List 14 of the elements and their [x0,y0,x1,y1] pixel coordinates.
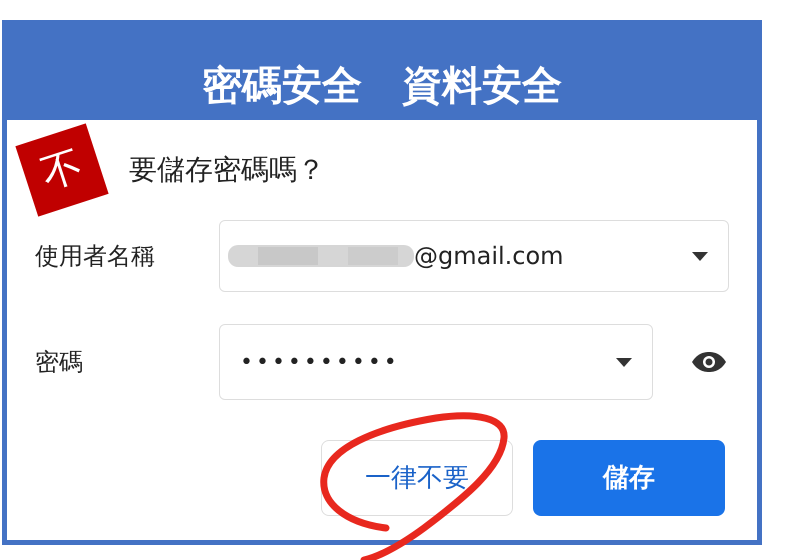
field-label: 密碼 [35,347,84,378]
field-label: 使用者名稱 [35,241,156,272]
username-field[interactable]: @gmail.com [219,220,729,292]
never-button[interactable]: 一律不要 [321,440,513,516]
banner-title: 密碼安全 資料安全 [202,62,562,111]
dialog-title: 要儲存密碼嗎？ [129,152,325,188]
username-value: @gmail.com [414,241,565,272]
stamp-badge: 不 [15,123,109,217]
eye-icon[interactable] [691,351,727,373]
dropdown-caret-icon[interactable] [692,252,708,260]
save-button[interactable]: 儲存 [533,440,725,516]
password-field[interactable]: •••••••••• [219,324,653,400]
dropdown-caret-icon[interactable] [616,358,632,366]
password-value: •••••••••• [240,348,401,376]
